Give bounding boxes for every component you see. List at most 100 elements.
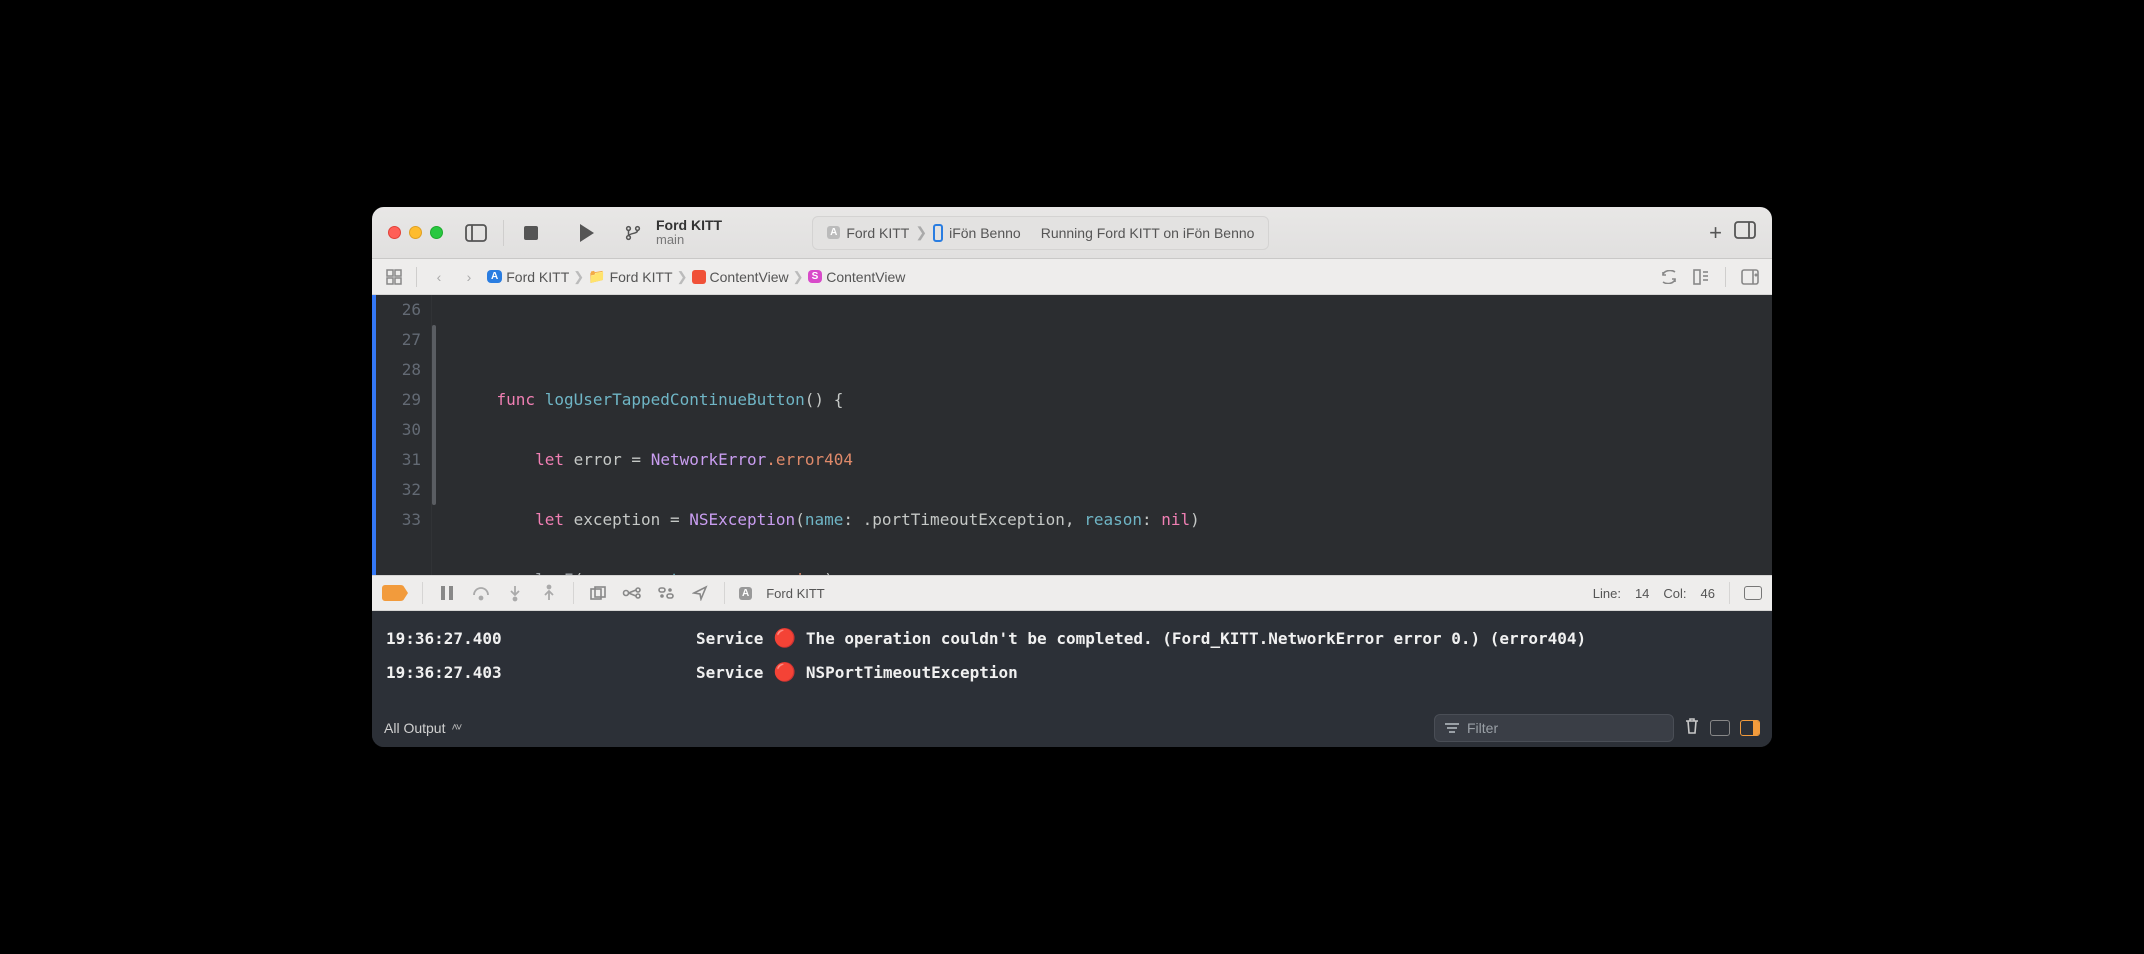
minimize-window-button[interactable] [409,226,422,239]
log-row: 19:36:27.403 Service 🔴 NSPortTimeoutExce… [386,655,1758,689]
crumb-file[interactable]: ContentView ❯ [692,269,804,285]
destination-name: iFön Benno [949,225,1021,241]
separator [724,582,725,604]
log-message: The operation couldn't be completed. (Fo… [806,629,1586,648]
toggle-debug-area-button[interactable] [1744,586,1762,600]
line-number: 32 [376,475,421,505]
crumb-label: ContentView [710,269,789,285]
refresh-icon[interactable] [1657,265,1681,289]
step-over-button[interactable] [471,583,491,603]
cursor-line-value: 14 [1635,586,1649,601]
crumb-project[interactable]: A Ford KITT ❯ [487,269,584,285]
line-gutter: 26 27 28 29 30 31 32 33 [376,295,432,575]
pause-button[interactable] [437,583,457,603]
filter-placeholder: Filter [1467,720,1498,736]
step-into-button[interactable] [505,583,525,603]
nav-forward-button[interactable]: › [457,265,481,289]
log-timestamp: 19:36:27.400 [386,629,686,648]
line-number: 31 [376,445,421,475]
crumb-label: Ford KITT [506,269,569,285]
separator [416,267,417,287]
project-icon: A [487,270,502,283]
crumb-folder[interactable]: 📁 Ford KITT ❯ [588,268,687,285]
swift-file-icon [692,270,706,284]
related-items-button[interactable] [382,265,406,289]
chevron-right-icon: ❯ [793,269,804,285]
step-out-button[interactable] [539,583,559,603]
line-number: 27 [376,325,421,355]
debug-memory-graph-button[interactable] [622,583,642,603]
run-button[interactable] [574,220,600,246]
line-number: 29 [376,385,421,415]
separator [503,220,504,246]
device-icon [933,224,943,242]
console-footer: All Output ˄˅ Filter [372,707,1772,747]
jump-bar-right [1657,265,1762,289]
zoom-window-button[interactable] [430,226,443,239]
updown-icon: ˄˅ [451,722,460,734]
close-window-button[interactable] [388,226,401,239]
error-indicator-icon: 🔴 [773,662,795,683]
separator [422,582,423,604]
crumb-label: Ford KITT [610,269,673,285]
struct-icon: S [808,270,823,283]
chevron-right-icon: ❯ [677,269,688,285]
log-category: Service [696,629,763,648]
log-message: NSPortTimeoutException [806,663,1018,682]
chevron-right-icon: ❯ [573,269,584,285]
log-timestamp: 19:36:27.403 [386,663,686,682]
crumb-symbol[interactable]: S ContentView [808,269,906,285]
process-badge-icon: A [739,587,752,600]
crumb-label: ContentView [826,269,905,285]
debug-view-hierarchy-button[interactable] [588,583,608,603]
variables-view-toggle[interactable] [1710,720,1730,736]
chevron-right-icon: ❯ [915,224,927,241]
breadcrumb: A Ford KITT ❯ 📁 Ford KITT ❯ ContentView … [487,268,905,285]
scrollbar-thumb[interactable] [432,325,436,505]
process-name[interactable]: Ford KITT [766,586,825,601]
separator [573,582,574,604]
debug-toolbar: A Ford KITT Line: 14 Col: 46 [372,575,1772,611]
debug-toolbar-right: Line: 14 Col: 46 [1593,582,1762,604]
cursor-col-value: 46 [1701,586,1715,601]
folder-icon: 📁 [588,268,605,285]
nav-back-button[interactable]: ‹ [427,265,451,289]
code-editor[interactable]: 26 27 28 29 30 31 32 33 func logUserTapp… [372,295,1772,575]
project-title: Ford KITT main [656,218,722,248]
breakpoints-toggle[interactable] [382,585,408,601]
titlebar: Ford KITT main A Ford KITT ❯ iFön Benno … [372,207,1772,259]
output-scope-dropdown[interactable]: All Output ˄˅ [384,720,460,736]
project-badge-icon: A [827,226,840,239]
scheme-destination-pill[interactable]: A Ford KITT ❯ iFön Benno Running Ford KI… [812,216,1269,250]
console-filter-input[interactable]: Filter [1434,714,1674,742]
line-number: 33 [376,505,421,535]
project-name: Ford KITT [656,218,722,233]
separator [1725,267,1726,287]
titlebar-right: + [1709,220,1756,246]
minimap-icon[interactable] [1689,265,1713,289]
separator [1729,582,1730,604]
jump-bar: ‹ › A Ford KITT ❯ 📁 Ford KITT ❯ ContentV… [372,259,1772,295]
clear-console-button[interactable] [1684,717,1700,738]
stop-button[interactable] [518,220,544,246]
environment-overrides-button[interactable] [656,583,676,603]
output-scope-label: All Output [384,720,445,736]
console-view-toggle[interactable] [1740,720,1760,736]
simulate-location-button[interactable] [690,583,710,603]
add-editor-button[interactable] [1738,265,1762,289]
toggle-navigator-button[interactable] [463,220,489,246]
line-number: 30 [376,415,421,445]
log-category: Service [696,663,763,682]
console-footer-right: Filter [1434,714,1760,742]
console: 19:36:27.400 Service 🔴 The operation cou… [372,611,1772,707]
cursor-line-label: Line: [1593,586,1621,601]
branch-icon[interactable] [620,220,646,246]
toggle-inspector-button[interactable] [1734,221,1756,244]
line-number: 28 [376,355,421,385]
cursor-col-label: Col: [1663,586,1686,601]
add-button[interactable]: + [1709,220,1722,246]
window-controls [388,226,443,239]
xcode-window: Ford KITT main A Ford KITT ❯ iFön Benno … [372,207,1772,747]
log-row: 19:36:27.400 Service 🔴 The operation cou… [386,621,1758,655]
code-content[interactable]: func logUserTappedContinueButton() { let… [438,295,1200,575]
